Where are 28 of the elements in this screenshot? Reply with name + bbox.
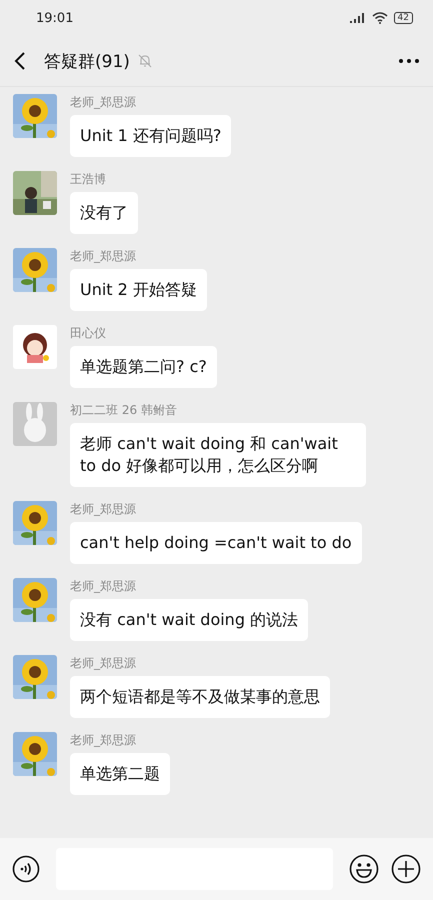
voice-icon[interactable]	[12, 855, 40, 883]
back-icon[interactable]	[14, 51, 26, 71]
sender-name: 老师_郑思源	[70, 94, 136, 111]
message-bubble: 两个短语都是等不及做某事的意思	[70, 676, 330, 718]
message-bubble: 单选题第二问? c?	[70, 346, 217, 388]
sender-name: 王浩博	[70, 171, 106, 188]
message-bubble: can't help doing =can't wait to do	[70, 522, 362, 564]
sender-name: 初二二班 26 韩鲋音	[70, 402, 177, 419]
message-bubble: 单选第二题	[70, 753, 170, 795]
sender-name: 老师_郑思源	[70, 501, 136, 518]
message-bubble: Unit 2 开始答疑	[70, 269, 207, 311]
sender-name: 田心仪	[70, 325, 106, 342]
message-bubble: Unit 1 还有问题吗?	[70, 115, 232, 157]
message-bubble: 老师 can't wait doing 和 can'wait to do 好像都可以用，怎么区分啊	[70, 423, 366, 487]
message-bubble: 没有 can't wait doing 的说法	[70, 599, 308, 641]
message-bubble: 没有了	[70, 192, 138, 234]
more-icon[interactable]	[399, 59, 419, 63]
status-time: 19:01	[36, 10, 74, 26]
battery-indicator: 42	[394, 12, 413, 24]
wifi-icon	[372, 12, 388, 24]
sender-name: 老师_郑思源	[70, 732, 136, 749]
sender-name: 老师_郑思源	[70, 578, 136, 595]
emoji-icon[interactable]	[349, 854, 379, 884]
chat-title: 答疑群(91)	[44, 50, 130, 72]
sender-name: 老师_郑思源	[70, 655, 136, 672]
add-icon[interactable]	[391, 854, 421, 884]
sender-name: 老师_郑思源	[70, 248, 136, 265]
signal-icon	[350, 13, 366, 23]
